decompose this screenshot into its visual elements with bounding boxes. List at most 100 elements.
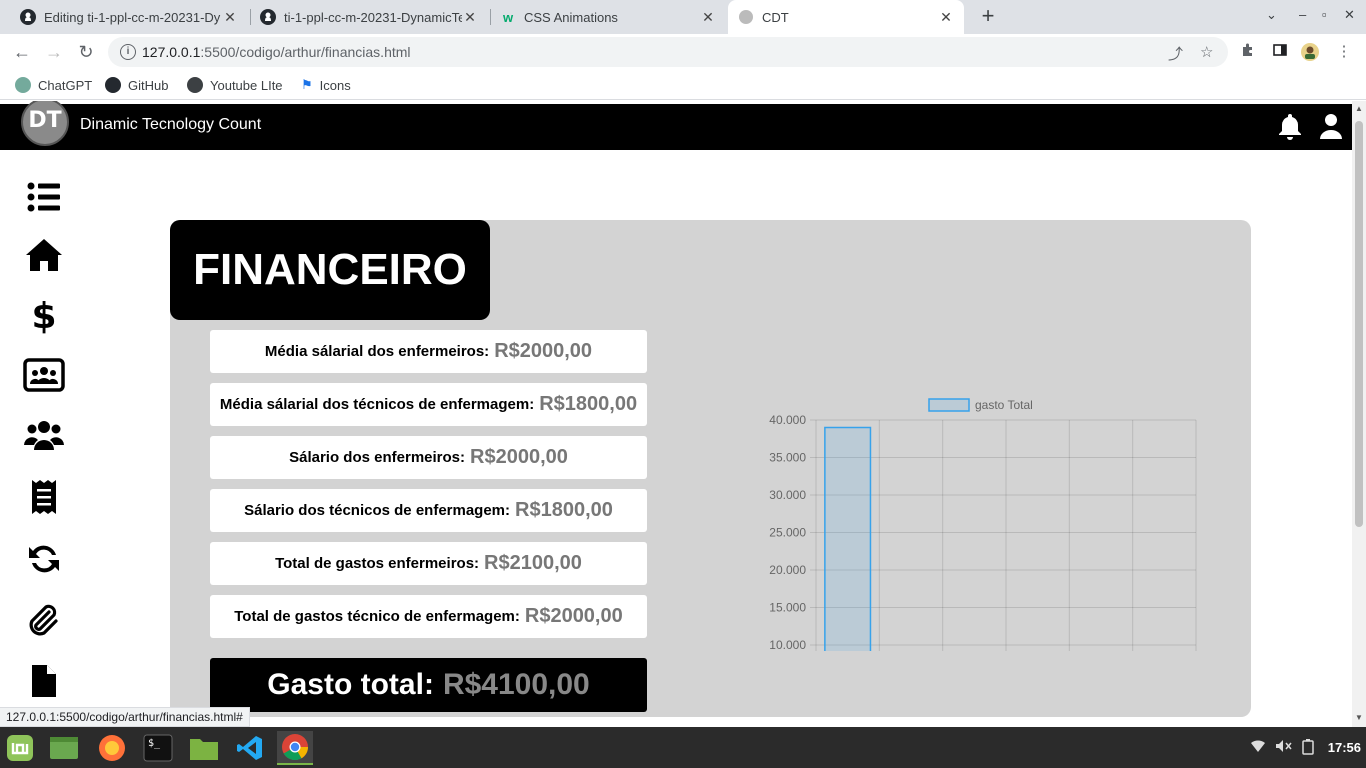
page-scrollbar[interactable]: ▲ ▼ <box>1352 101 1366 727</box>
stat-value: R$2000,00 <box>470 446 568 468</box>
brand-name: Dinamic Tecnology Count <box>80 116 262 133</box>
stat-value: R$2000,00 <box>494 340 593 362</box>
list-icon[interactable] <box>20 173 68 221</box>
total-value: R$4100,00 <box>442 668 590 701</box>
stat-card: Total de gastos técnico de enfermagem: R… <box>210 595 647 638</box>
y-tick-label: 25.000 <box>769 526 806 540</box>
tab-repo[interactable]: ti-1-ppl-cc-m-20231-DynamicTe ✕ <box>250 0 488 34</box>
stat-value: R$2000,00 <box>524 605 623 627</box>
stat-label: Sálario dos enfermeiros: <box>289 449 466 466</box>
y-tick-label: 20.000 <box>769 563 806 577</box>
browser-toolbar: ← → ↻ i 127.0.0.1:5500/codigo/arthur/fin… <box>0 34 1366 70</box>
sync-icon[interactable] <box>20 535 68 583</box>
stat-card: Média sálarial dos técnicos de enfermage… <box>210 383 647 426</box>
receipt-icon[interactable] <box>20 473 68 521</box>
file-icon[interactable] <box>20 657 68 705</box>
tab-bar: Editing ti-1-ppl-cc-m-20231-Dy ✕ ti-1-pp… <box>0 0 1366 34</box>
close-icon[interactable]: ✕ <box>938 9 954 26</box>
bookmark-star-icon[interactable]: ☆ <box>1200 43 1213 61</box>
bell-icon[interactable] <box>1275 111 1305 141</box>
stat-value: R$1800,00 <box>515 499 613 521</box>
y-tick-label: 40.000 <box>769 413 806 427</box>
tab-cdt[interactable]: CDT ✕ <box>728 0 964 34</box>
y-tick-label: 10.000 <box>769 638 806 651</box>
extensions-icon[interactable] <box>1238 42 1258 62</box>
bookmark-icons[interactable]: ⚑ Icons <box>301 77 351 93</box>
stat-label: Média sálarial dos enfermeiros: <box>264 343 490 360</box>
close-icon[interactable]: ✕ <box>222 9 238 26</box>
legend-swatch <box>928 398 970 412</box>
volume-muted-icon[interactable] <box>1275 739 1293 756</box>
users-icon[interactable] <box>20 411 68 459</box>
restore-icon[interactable]: ▫ <box>1322 7 1327 22</box>
stat-value: R$2100,00 <box>484 552 582 574</box>
chrome-icon[interactable] <box>277 731 313 765</box>
menu-icon[interactable]: ⋮ <box>1334 42 1354 62</box>
wifi-icon[interactable] <box>1250 739 1266 756</box>
url-host: 127.0.0.1 <box>142 44 201 60</box>
bookmark-github[interactable]: GitHub <box>105 77 168 93</box>
total-label: Gasto total: <box>267 668 434 701</box>
cdt-favicon-icon <box>738 9 754 25</box>
close-icon[interactable]: ✕ <box>462 9 478 26</box>
terminal-icon[interactable]: $_ <box>140 731 176 765</box>
logo[interactable]: DT <box>21 101 69 146</box>
page-viewport: DT Dinamic Tecnology Count $ FINANCEIRO <box>0 101 1352 727</box>
user-icon[interactable] <box>1316 111 1346 141</box>
w3schools-icon: w <box>502 9 514 25</box>
bookmark-label: GitHub <box>128 77 169 93</box>
tab-editing[interactable]: Editing ti-1-ppl-cc-m-20231-Dy ✕ <box>10 0 248 34</box>
svg-text:$: $ <box>33 296 55 334</box>
firefox-icon[interactable] <box>94 731 130 765</box>
flag-icon: ⚑ <box>301 77 313 92</box>
dollar-icon[interactable]: $ <box>20 291 68 339</box>
legend-label: gasto Total <box>975 398 1033 412</box>
bookmark-chatgpt[interactable]: ChatGPT <box>15 77 92 93</box>
paperclip-icon[interactable] <box>20 597 68 645</box>
scroll-down-icon[interactable]: ▼ <box>1355 713 1363 722</box>
url-text: 127.0.0.1:5500/codigo/arthur/financias.h… <box>142 44 411 60</box>
stat-card: Sálario dos enfermeiros: R$2000,00 <box>210 436 647 479</box>
y-tick-label: 15.000 <box>769 601 806 615</box>
bookmarks-bar: ChatGPT GitHub Youtube LIte ⚑ Icons <box>0 70 1366 100</box>
show-desktop-icon[interactable] <box>46 731 82 765</box>
total-card: Gasto total: R$4100,00 <box>210 658 647 712</box>
bookmark-label: Youtube LIte <box>210 77 283 93</box>
vscode-icon[interactable] <box>232 731 268 765</box>
address-bar[interactable]: i 127.0.0.1:5500/codigo/arthur/financias… <box>108 37 1228 67</box>
url-path: :5500/codigo/arthur/financias.html <box>200 44 411 60</box>
group-card-icon[interactable] <box>20 351 68 399</box>
tab-search-icon[interactable]: ⌄ <box>1266 7 1277 23</box>
y-tick-label: 35.000 <box>769 451 806 465</box>
home-icon[interactable] <box>20 231 68 279</box>
side-panel-icon[interactable] <box>1270 42 1290 62</box>
stat-value: R$1800,00 <box>539 393 638 415</box>
link-status-bar: 127.0.0.1:5500/codigo/arthur/financias.h… <box>0 707 250 727</box>
back-icon[interactable]: ← <box>10 40 34 64</box>
tab-css-animations[interactable]: w CSS Animations ✕ <box>490 0 726 34</box>
files-icon[interactable] <box>186 731 222 765</box>
minimize-icon[interactable]: – <box>1299 7 1306 22</box>
github-icon <box>260 9 276 25</box>
new-tab-button[interactable]: + <box>976 4 1000 30</box>
share-icon[interactable]: ⤴ <box>1168 43 1183 64</box>
bookmark-youtube-lite[interactable]: Youtube LIte <box>187 77 283 93</box>
reload-icon[interactable]: ↻ <box>74 40 98 64</box>
os-taskbar: $_ 17:56 <box>0 727 1366 768</box>
chatgpt-icon <box>15 77 31 93</box>
forward-icon[interactable]: → <box>42 40 66 64</box>
profile-avatar[interactable] <box>1300 42 1320 62</box>
mint-menu-icon[interactable] <box>2 731 38 765</box>
tab-title: Editing ti-1-ppl-cc-m-20231-Dy <box>44 9 221 25</box>
stat-label: Total de gastos enfermeiros: <box>275 555 480 572</box>
stat-card: Sálario dos técnicos de enfermagem: R$18… <box>210 489 647 532</box>
clock: 17:56 <box>1327 740 1361 755</box>
stat-label: Sálario dos técnicos de enfermagem: <box>244 502 511 519</box>
scroll-up-icon[interactable]: ▲ <box>1355 104 1363 113</box>
scrollbar-thumb[interactable] <box>1355 121 1363 527</box>
close-icon[interactable]: ✕ <box>700 9 716 26</box>
site-info-icon[interactable]: i <box>120 44 136 60</box>
bar <box>824 426 872 651</box>
close-window-icon[interactable]: ✕ <box>1344 7 1355 23</box>
battery-icon[interactable] <box>1302 739 1314 758</box>
